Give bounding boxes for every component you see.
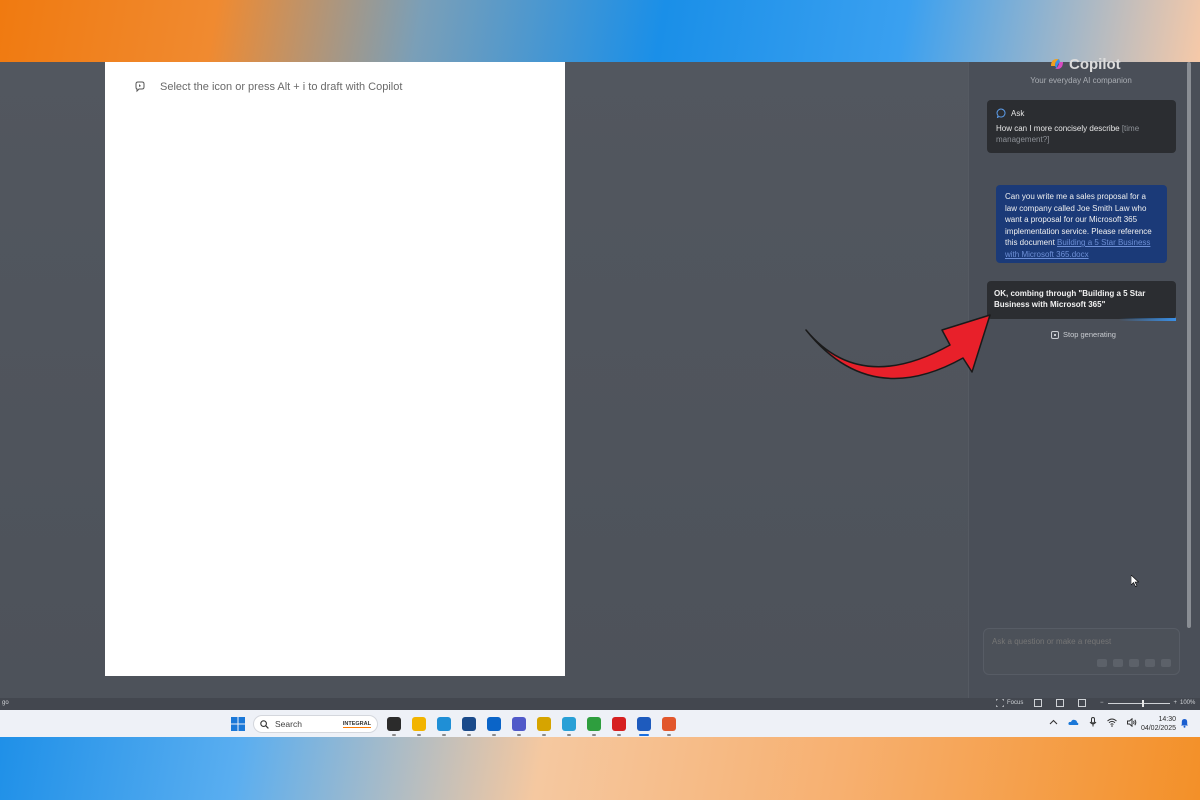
ask-label: Ask <box>1011 108 1025 118</box>
decorative-frame-bottom <box>0 737 1200 800</box>
outlook-icon <box>487 717 501 731</box>
edge-taskbar-button[interactable] <box>435 715 453 736</box>
system-tray <box>1049 717 1137 727</box>
copilot-logo-icon <box>1051 59 1063 69</box>
ask-prompt: How can I more concisely describe [time … <box>996 123 1167 145</box>
status-left-text: go <box>2 700 9 706</box>
zoom-out-icon[interactable]: − <box>1100 700 1104 706</box>
camtasia-recorder-icon <box>662 717 676 731</box>
windows-start-icon[interactable] <box>231 717 245 731</box>
task-view-icon <box>387 717 401 731</box>
send-icon[interactable] <box>1161 659 1171 667</box>
chevron-up-icon[interactable] <box>1049 718 1058 727</box>
running-indicator <box>592 734 596 736</box>
copilot-response-bubble: OK, combing through "Building a 5 Star B… <box>987 281 1176 319</box>
store-icon <box>462 717 476 731</box>
running-indicator <box>567 734 571 736</box>
attach-icon[interactable] <box>1097 659 1107 667</box>
app-cube-taskbar-button[interactable] <box>560 715 578 736</box>
clock-time: 14:30 <box>1158 716 1176 723</box>
copilot-scrollbar[interactable] <box>1187 62 1191 628</box>
teams-icon <box>512 717 526 731</box>
wifi-icon[interactable] <box>1107 718 1117 727</box>
microphone-icon[interactable] <box>1089 717 1097 727</box>
task-view-taskbar-button[interactable] <box>385 715 403 736</box>
draft-hint-text: Select the icon or press Alt + i to draf… <box>160 81 403 93</box>
mouse-cursor-icon <box>1131 575 1139 587</box>
running-indicator <box>667 734 671 736</box>
word-window: Select the icon or press Alt + i to draf… <box>0 56 1200 710</box>
app-cube-icon <box>562 717 576 731</box>
status-bar: go Focus − + 100% <box>0 698 1200 710</box>
file-explorer-icon <box>412 717 426 731</box>
ask-suggestion-card[interactable]: Ask How can I more concisely describe [t… <box>987 100 1176 153</box>
copilot-subtitle: Your everyday AI companion <box>1030 76 1132 85</box>
file-explorer-taskbar-button[interactable] <box>410 715 428 736</box>
zoom-percentage[interactable]: 100% <box>1180 700 1195 706</box>
taskbar-search-box[interactable]: Search INTEGRAL <box>253 715 378 733</box>
running-indicator <box>542 734 546 736</box>
generating-progress-glow <box>1119 318 1176 321</box>
document-page[interactable]: Select the icon or press Alt + i to draf… <box>105 62 565 676</box>
prompts-icon[interactable] <box>1129 659 1139 667</box>
running-indicator <box>442 734 446 736</box>
camtasia-recorder-taskbar-button[interactable] <box>660 715 678 736</box>
ask-prompt-text: How can I more concisely describe <box>996 124 1122 133</box>
read-mode-view-icon[interactable] <box>1034 699 1042 707</box>
print-layout-view-icon[interactable] <box>1056 699 1064 707</box>
search-highlight-badge: INTEGRAL <box>342 720 371 728</box>
copilot-draft-icon[interactable] <box>133 80 147 94</box>
focus-mode-button[interactable]: Focus <box>996 699 1023 707</box>
taskbar-clock[interactable]: 14:30 04/02/2025 <box>1136 715 1176 733</box>
running-indicator <box>517 734 521 736</box>
teams-taskbar-button[interactable] <box>510 715 528 736</box>
running-indicator <box>467 734 471 736</box>
clock-date: 04/02/2025 <box>1140 725 1176 732</box>
running-indicator <box>617 734 621 736</box>
running-indicator <box>392 734 396 736</box>
decorative-frame-top <box>0 0 1200 62</box>
word-taskbar-button[interactable] <box>635 715 653 736</box>
notification-bell-icon[interactable] <box>1180 718 1189 728</box>
app-gear-taskbar-button[interactable] <box>535 715 553 736</box>
word-icon <box>637 717 651 731</box>
outlook-taskbar-button[interactable] <box>485 715 503 736</box>
search-icon <box>260 719 269 729</box>
camtasia-taskbar-button[interactable] <box>585 715 603 736</box>
app-gear-icon <box>537 717 551 731</box>
edge-icon <box>437 717 451 731</box>
running-indicator <box>639 734 649 736</box>
zoom-in-icon[interactable]: + <box>1174 700 1178 706</box>
acrobat-icon <box>612 717 626 731</box>
camtasia-icon <box>587 717 601 731</box>
red-pointer-arrow-icon <box>805 314 991 380</box>
ask-icon <box>996 108 1006 118</box>
stop-generating-label: Stop generating <box>1063 330 1116 339</box>
copilot-pane: Copilot Your everyday AI companion Ask H… <box>968 56 1200 698</box>
store-taskbar-button[interactable] <box>460 715 478 736</box>
stop-generating-button[interactable]: Stop generating <box>1051 330 1116 339</box>
taskbar-pinned-apps <box>385 715 678 736</box>
copilot-title: Copilot <box>1069 56 1121 73</box>
mic-icon[interactable] <box>1145 659 1155 667</box>
image-icon[interactable] <box>1113 659 1123 667</box>
running-indicator <box>492 734 496 736</box>
windows-taskbar: Search INTEGRAL 14:30 04/02/2025 <box>0 710 1200 737</box>
zoom-control[interactable]: − + <box>1100 699 1178 707</box>
focus-icon <box>996 699 1004 707</box>
focus-label: Focus <box>1007 700 1024 706</box>
search-label: Search <box>275 719 302 729</box>
user-message-bubble: Can you write me a sales proposal for a … <box>996 185 1167 263</box>
onedrive-icon[interactable] <box>1068 718 1079 727</box>
copilot-prompt-input[interactable] <box>992 637 1172 646</box>
zoom-slider[interactable] <box>1107 699 1170 707</box>
web-layout-view-icon[interactable] <box>1078 699 1086 707</box>
zoom-slider-thumb[interactable] <box>1141 699 1144 707</box>
running-indicator <box>417 734 421 736</box>
stop-icon <box>1051 330 1059 339</box>
acrobat-taskbar-button[interactable] <box>610 715 628 736</box>
copilot-composer[interactable] <box>983 628 1180 675</box>
